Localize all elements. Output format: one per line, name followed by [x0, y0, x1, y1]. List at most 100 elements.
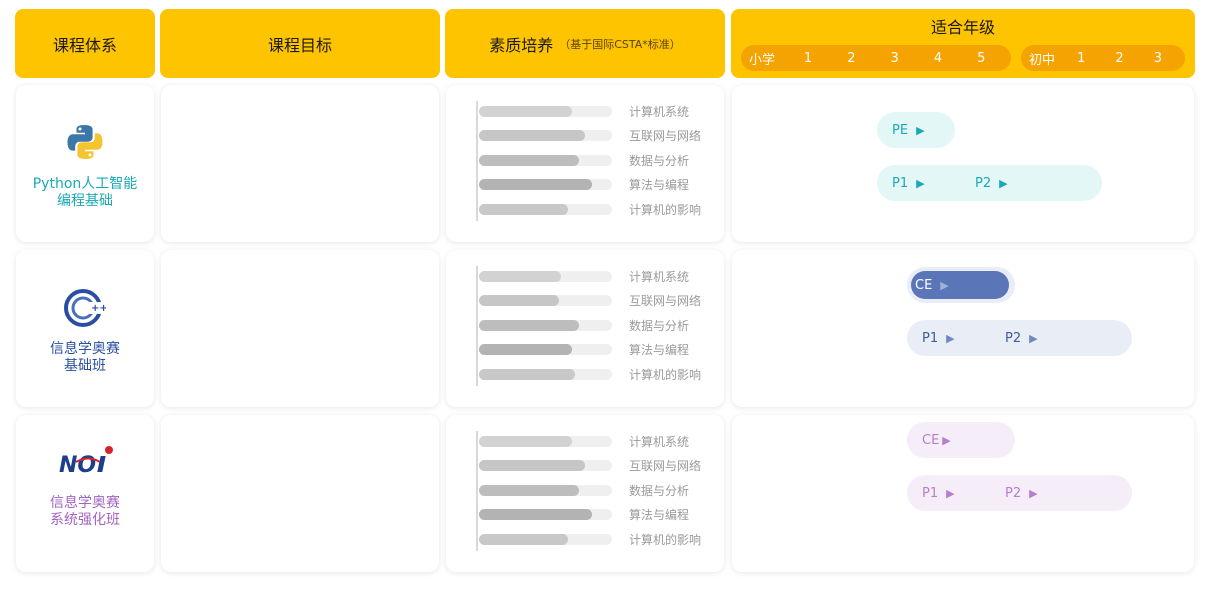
skill-bar-row: 计算机系统: [476, 99, 689, 123]
skill-bar-row: 计算机系统: [476, 264, 689, 288]
header-quality-label: 素质培养: [489, 35, 554, 55]
track-pill-p[interactable]: P1 ▶ P2 ▶: [877, 165, 1102, 201]
track-item: CE ▶: [922, 433, 951, 448]
course-name: Python人工智能 编程基础: [16, 176, 154, 210]
primary-grade-pill: 小学 1 2 3 4 5: [741, 45, 1011, 71]
track-item: P1 ▶: [922, 331, 955, 346]
track-item: P2 ▶: [1005, 486, 1038, 501]
skill-label: 互联网与网络: [629, 294, 702, 308]
skill-label: 算法与编程: [629, 343, 690, 357]
skill-label: 算法与编程: [629, 178, 690, 192]
skill-bar-fill: [479, 484, 579, 496]
header-course-system-label: 课程体系: [52, 35, 117, 55]
skill-bar-fill: [479, 295, 559, 306]
svg-text:NO: NO: [59, 453, 96, 478]
primary-grade: 5: [977, 50, 986, 66]
course-goal-cell: [161, 85, 439, 242]
skill-bar-track: [479, 533, 612, 545]
track-pill-p[interactable]: P1 ▶ P2 ▶: [907, 320, 1132, 356]
skill-bar-row: 互联网与网络: [476, 124, 701, 148]
skill-bar-fill: [479, 130, 586, 141]
noi-logo-icon: NO: [58, 445, 114, 479]
skill-bar-track: [479, 435, 612, 447]
skill-bar-row: 数据与分析: [476, 478, 689, 502]
skill-label: 互联网与网络: [629, 459, 702, 473]
header-course-system: 课程体系: [15, 9, 155, 78]
play-arrow-icon: ▶: [940, 278, 949, 292]
skill-bar-track: [479, 344, 612, 355]
skill-chart-noip-basic: 计算机系统互联网与网络 数据与分析算法与编程计算机的影响: [446, 250, 724, 407]
skill-label: 计算机的影响: [629, 532, 702, 547]
primary-grade: 4: [933, 50, 943, 66]
skill-bar-fill: [479, 105, 573, 117]
course-name-line2: 系统强化班: [50, 512, 120, 528]
age-track-noip-basic: CE ▶ P1 ▶ P2 ▶: [732, 250, 1194, 407]
junior-grade: 2: [1115, 50, 1124, 66]
primary-label: 小学: [749, 52, 776, 68]
skill-bar-fill: [479, 270, 562, 282]
skill-bar-row: 互联网与网络: [476, 454, 701, 478]
age-track-python: PE ▶ P1 ▶ P2 ▶: [732, 85, 1194, 242]
skill-label: 计算机系统: [629, 104, 690, 119]
track-item: PE ▶: [892, 123, 925, 138]
skill-bar-track: [479, 460, 612, 471]
track-item-label: PE: [892, 122, 909, 138]
course-name-line1: Python人工智能: [32, 176, 138, 192]
track-pill-ce[interactable]: CE ▶: [907, 267, 1015, 303]
course-name: 信息学奥赛 基础班: [16, 341, 154, 375]
skill-bar-track: [479, 154, 612, 166]
track-item: CE ▶: [915, 278, 949, 293]
skill-bar-row: 数据与分析: [476, 148, 689, 172]
skill-bar-fill: [479, 179, 593, 190]
course-card-noip-advanced[interactable]: NO 信息学奥赛 系统强化班: [16, 415, 154, 572]
course-name-line1: 信息学奥赛: [50, 495, 120, 511]
skill-bar-track: [479, 368, 612, 380]
track-item-label: P2: [1005, 485, 1022, 501]
play-arrow-icon: ▶: [999, 176, 1008, 190]
skill-bar-track: [479, 295, 612, 306]
track-item-label: CE: [922, 432, 940, 448]
skill-bar-row: 算法与编程: [476, 503, 689, 527]
primary-grade: 2: [847, 50, 856, 66]
cpp-logo-icon: ++: [64, 288, 108, 328]
skill-bar-track: [479, 130, 612, 141]
track-item-label: P2: [975, 175, 992, 191]
skill-bar-fill: [479, 319, 579, 331]
skill-bar-row: 互联网与网络: [476, 289, 701, 313]
python-logo-icon: [66, 123, 104, 161]
skill-bar-row: 计算机的影响: [476, 197, 701, 221]
skill-chart-noip-advanced: 计算机系统 互联网与网络 数据与分析 算法与编程 计算机的影响: [446, 415, 724, 572]
skill-bar-row: 算法与编程: [476, 338, 689, 362]
skill-label: 计算机系统: [629, 269, 690, 284]
play-arrow-icon: ▶: [916, 123, 925, 137]
course-goal-cell: [161, 250, 439, 407]
track-pill-pe[interactable]: PE ▶: [877, 112, 955, 148]
skill-bar-fill: [479, 344, 573, 355]
play-arrow-icon: ▶: [946, 331, 955, 345]
track-item: P1 ▶: [892, 176, 925, 191]
play-arrow-icon: ▶: [1029, 331, 1038, 345]
skill-bar-fill: [479, 460, 586, 471]
track-item-label: P1: [922, 330, 939, 346]
course-card-python[interactable]: Python人工智能 编程基础: [16, 85, 154, 242]
course-name-line1: 信息学奥赛: [50, 341, 120, 357]
skill-label: 数据与分析: [629, 318, 690, 333]
track-item: P2 ▶: [1005, 331, 1038, 346]
play-arrow-icon: ▶: [946, 486, 955, 500]
play-arrow-icon: ▶: [942, 433, 951, 447]
skill-bar-fill: [479, 533, 569, 545]
svg-text:++: ++: [91, 303, 106, 314]
play-arrow-icon: ▶: [1029, 486, 1038, 500]
track-pill-ce[interactable]: CE ▶: [907, 422, 1015, 458]
skill-chart-python: 计算机系统互联网与网络 数据与分析算法与编程计算机的影响: [446, 85, 724, 242]
skill-bar-fill: [479, 368, 575, 380]
track-pill-p[interactable]: P1 ▶ P2 ▶: [907, 475, 1132, 511]
course-name: 信息学奥赛 系统强化班: [16, 495, 154, 529]
play-arrow-icon: ▶: [916, 176, 925, 190]
track-item-label: P1: [922, 485, 939, 501]
skill-label: 数据与分析: [629, 483, 690, 498]
skill-bar-track: [479, 179, 612, 190]
header-age-title: 适合年级: [930, 18, 995, 37]
skill-bar-row: 计算机的影响: [476, 362, 701, 386]
course-card-noip-basic[interactable]: ++ 信息学奥赛 基础班: [16, 250, 154, 407]
